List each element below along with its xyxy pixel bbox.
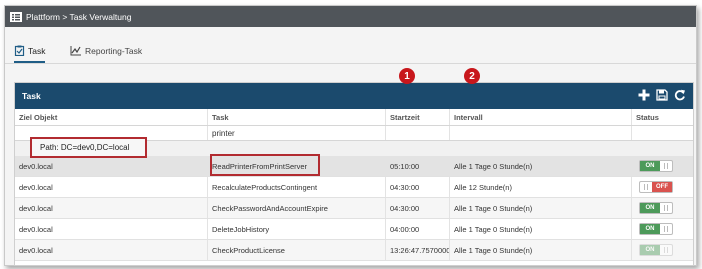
table-row[interactable]: dev0.local DeleteJobHistory 04:00:00 All… [15, 219, 693, 240]
tab-reporting-task[interactable]: Reporting-Task [70, 40, 142, 61]
cell-ziel-objekt: dev0.local [15, 240, 208, 260]
status-toggle[interactable]: ON [639, 202, 673, 214]
plus-icon[interactable] [638, 89, 650, 101]
cell-startzeit: 13:26:47.7570000 [386, 240, 450, 260]
cell-task: DeleteJobHistory [208, 219, 386, 239]
cell-ziel-objekt: dev0.local [15, 219, 208, 239]
toggle-off-label: OFF [652, 182, 672, 192]
cell-startzeit: 04:30:00 [386, 198, 450, 218]
cell-startzeit: 04:30:00 [386, 177, 450, 197]
task-highlight-box [210, 154, 320, 176]
column-header-task[interactable]: Task [208, 109, 386, 125]
column-headers: Ziel Objekt Task Startzeit Intervall Sta… [15, 109, 693, 126]
tab-reporting-task-label: Reporting-Task [85, 45, 143, 56]
toggle-on-label: ON [640, 161, 660, 171]
cell-ziel-objekt: dev0.local [15, 156, 208, 176]
refresh-icon[interactable] [674, 89, 686, 101]
cell-status: OFF [632, 177, 693, 197]
tab-bar: Task Reporting-Task [5, 36, 696, 64]
cell-status: ON [632, 219, 693, 239]
filter-intervall[interactable] [450, 126, 632, 140]
panel-title: Task [22, 91, 41, 101]
table-row[interactable]: dev0.local CheckPasswordAndAccountExpire… [15, 198, 693, 219]
group-path-label: Path: DC=dev0,DC=local [40, 143, 130, 152]
toggle-grip [660, 161, 672, 171]
filter-task-input[interactable]: printer [208, 126, 386, 140]
column-header-status[interactable]: Status [632, 109, 693, 125]
toggle-on-label: ON [640, 224, 660, 234]
column-header-ziel-objekt[interactable]: Ziel Objekt [15, 109, 208, 125]
filter-status[interactable] [632, 126, 693, 140]
menu-list-icon[interactable] [10, 11, 22, 22]
annotation-badge-2: 2 [464, 68, 480, 84]
filter-startzeit[interactable] [386, 126, 450, 140]
annotation-badge-1: 1 [399, 68, 415, 84]
table-row[interactable]: dev0.local RecalculateProductsContingent… [15, 177, 693, 198]
column-header-startzeit[interactable]: Startzeit [386, 109, 450, 125]
toggle-grip [660, 224, 672, 234]
table-row[interactable]: dev0.local CheckProductLicense 13:26:47.… [15, 240, 693, 261]
status-toggle[interactable]: ON [639, 244, 673, 256]
status-toggle[interactable]: OFF [639, 181, 673, 193]
cell-task: RecalculateProductsContingent [208, 177, 386, 197]
cell-intervall: Alle 1 Tage 0 Stunde(n) [450, 240, 632, 260]
cell-status: ON [632, 198, 693, 218]
line-chart-icon [70, 46, 81, 56]
status-toggle[interactable]: ON [639, 160, 673, 172]
cell-ziel-objekt: dev0.local [15, 177, 208, 197]
toggle-grip [640, 182, 652, 192]
cell-intervall: Alle 1 Tage 0 Stunde(n) [450, 219, 632, 239]
toggle-on-label: ON [640, 245, 660, 255]
toggle-grip [660, 203, 672, 213]
table-row[interactable]: dev0.local ReadPrinterFromPrintServer 05… [15, 156, 693, 177]
app-window: Plattform > Task Verwaltung Task Reporti… [4, 5, 697, 266]
toggle-on-label: ON [640, 203, 660, 213]
cell-task: CheckProductLicense [208, 240, 386, 260]
tab-task[interactable]: Task [14, 40, 46, 63]
cell-ziel-objekt: dev0.local [15, 198, 208, 218]
task-panel: Task Ziel Objekt Task Startzeit Interval… [14, 82, 694, 266]
cell-startzeit: 05:10:00 [386, 156, 450, 176]
title-bar: Plattform > Task Verwaltung [5, 6, 696, 27]
column-header-intervall[interactable]: Intervall [450, 109, 632, 125]
cell-status: ON [632, 156, 693, 176]
cell-startzeit: 04:00:00 [386, 219, 450, 239]
breadcrumb: Plattform > Task Verwaltung [26, 11, 132, 22]
tab-task-label: Task [28, 45, 46, 56]
clipboard-check-icon [14, 45, 25, 56]
status-toggle[interactable]: ON [639, 223, 673, 235]
cell-intervall: Alle 1 Tage 0 Stunde(n) [450, 156, 632, 176]
cell-task: CheckPasswordAndAccountExpire [208, 198, 386, 218]
cell-intervall: Alle 1 Tage 0 Stunde(n) [450, 198, 632, 218]
save-icon[interactable] [656, 89, 668, 101]
path-highlight-box: Path: DC=dev0,DC=local [30, 137, 147, 158]
panel-header: Task [15, 83, 693, 109]
toggle-grip [660, 245, 672, 255]
cell-status: ON [632, 240, 693, 260]
cell-intervall: Alle 12 Stunde(n) [450, 177, 632, 197]
